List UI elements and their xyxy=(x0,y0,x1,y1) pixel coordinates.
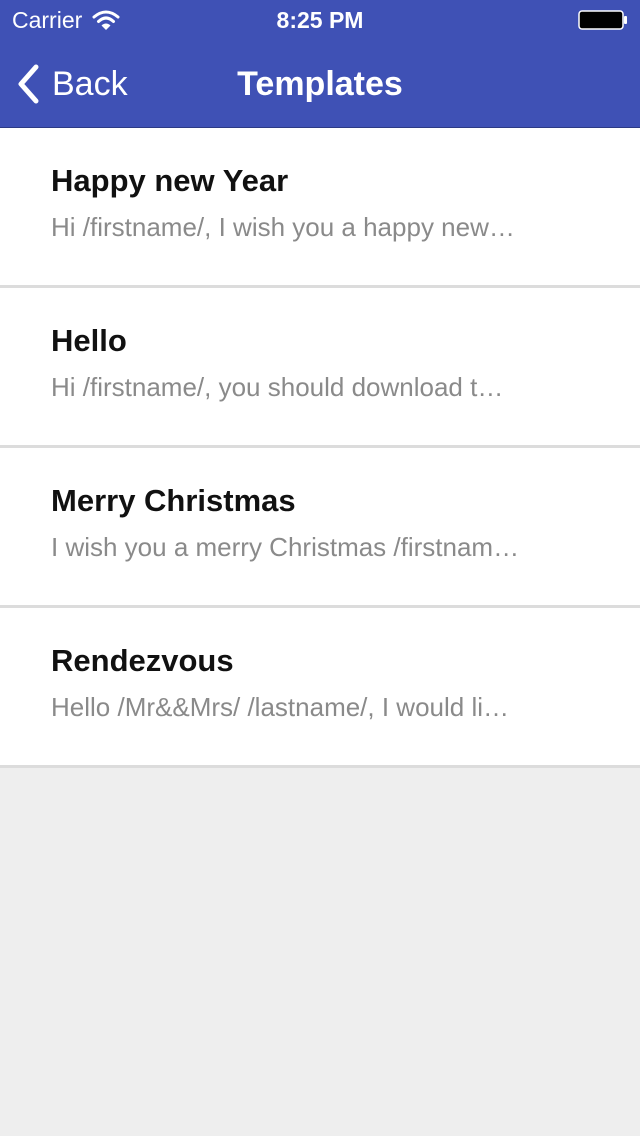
navigation-bar: Back Templates xyxy=(0,40,640,128)
template-title: Merry Christmas xyxy=(51,483,296,518)
template-title: Rendezvous xyxy=(51,643,234,678)
templates-list: Happy new Year Hi /firstname/, I wish yo… xyxy=(0,128,640,768)
template-preview: Hi /firstname/, I wish you a happy new… xyxy=(51,212,515,242)
template-preview: Hi /firstname/, you should download t… xyxy=(51,372,504,402)
header: Carrier 8:25 PM Back Templates xyxy=(0,0,640,128)
battery-icon xyxy=(578,10,627,30)
template-preview: I wish you a merry Christmas /firstnam… xyxy=(51,532,520,562)
template-row-hello[interactable]: Hello Hi /firstname/, you should downloa… xyxy=(0,288,640,448)
status-time: 8:25 PM xyxy=(276,7,364,33)
template-row-rendezvous[interactable]: Rendezvous Hello /Mr&&Mrs/ /lastname/, I… xyxy=(0,608,640,768)
status-bar: Carrier 8:25 PM xyxy=(0,0,640,40)
template-row-happy-new-year[interactable]: Happy new Year Hi /firstname/, I wish yo… xyxy=(0,128,640,288)
template-title: Happy new Year xyxy=(51,163,289,198)
template-title: Hello xyxy=(51,323,127,358)
template-row-merry-christmas[interactable]: Merry Christmas I wish you a merry Chris… xyxy=(0,448,640,608)
template-preview: Hello /Mr&&Mrs/ /lastname/, I would li… xyxy=(51,692,510,722)
page-title: Templates xyxy=(237,65,403,103)
